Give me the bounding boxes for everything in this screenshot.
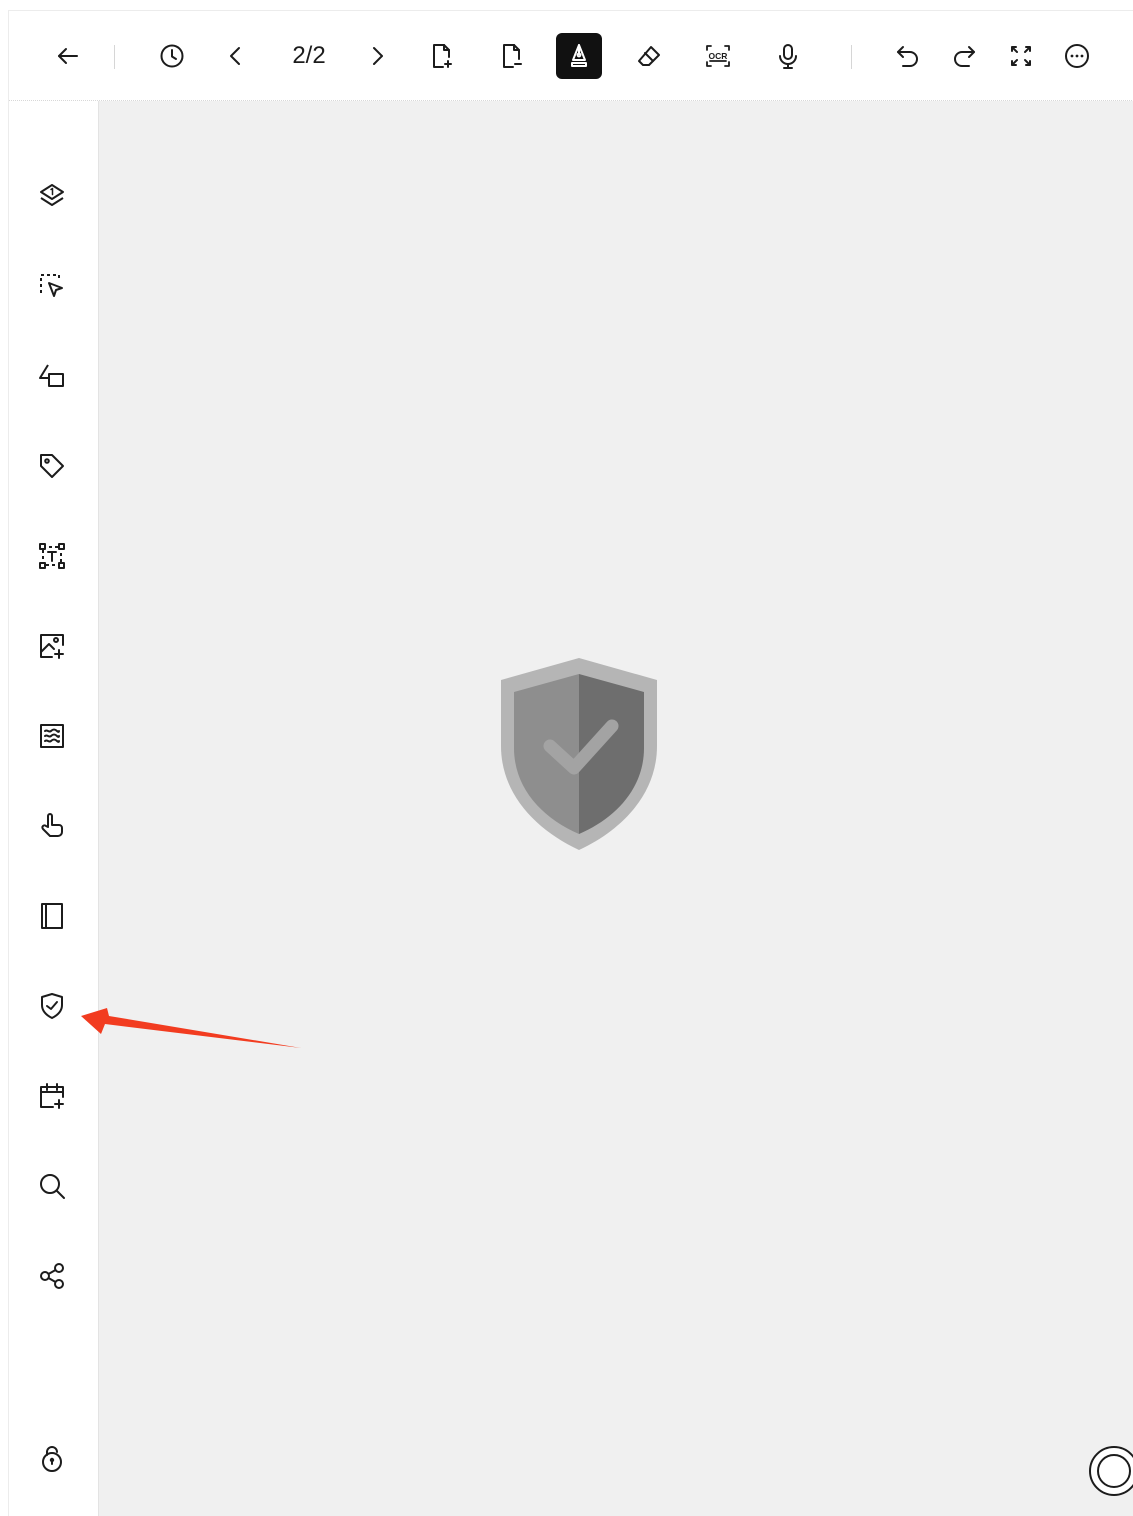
page-remove-icon bbox=[497, 42, 525, 70]
toolbar-divider bbox=[851, 45, 852, 69]
pen-nib-icon bbox=[565, 42, 593, 70]
top-toolbar: 2/2 OCR bbox=[9, 11, 1133, 101]
text-box-icon bbox=[37, 541, 67, 571]
calendar-add-icon bbox=[37, 1081, 67, 1111]
sidebar-item-insert-image[interactable] bbox=[31, 625, 73, 667]
sidebar-item-lock[interactable] bbox=[31, 1437, 73, 1479]
redo-button[interactable] bbox=[941, 33, 987, 79]
previous-page-button[interactable] bbox=[213, 33, 259, 79]
fullscreen-button[interactable] bbox=[998, 33, 1044, 79]
add-page-button[interactable] bbox=[418, 33, 464, 79]
sidebar-item-text-box[interactable] bbox=[31, 535, 73, 577]
back-button[interactable] bbox=[45, 33, 91, 79]
next-page-button[interactable] bbox=[354, 33, 400, 79]
more-dots-icon bbox=[1063, 42, 1091, 70]
search-icon bbox=[37, 1171, 67, 1201]
hand-pointer-icon bbox=[37, 811, 67, 841]
history-button[interactable] bbox=[149, 33, 195, 79]
sidebar-item-layers[interactable] bbox=[31, 175, 73, 217]
undo-button[interactable] bbox=[885, 33, 931, 79]
voice-record-button[interactable] bbox=[765, 33, 811, 79]
tag-icon bbox=[37, 451, 67, 481]
ocr-icon: OCR bbox=[704, 42, 732, 70]
page-add-icon bbox=[427, 42, 455, 70]
shield-check-icon bbox=[37, 991, 67, 1021]
chevron-left-icon bbox=[222, 42, 250, 70]
sidebar-item-hand[interactable] bbox=[31, 805, 73, 847]
sidebar-item-notebook[interactable] bbox=[31, 895, 73, 937]
app-window: 2/2 OCR bbox=[8, 10, 1133, 1516]
svg-text:OCR: OCR bbox=[709, 51, 728, 61]
arrow-left-icon bbox=[54, 42, 82, 70]
notebook-icon bbox=[37, 901, 67, 931]
sidebar-item-tag[interactable] bbox=[31, 445, 73, 487]
microphone-icon bbox=[774, 42, 802, 70]
image-add-icon bbox=[37, 631, 67, 661]
pen-tool-button[interactable] bbox=[556, 33, 602, 79]
toolbar-divider bbox=[114, 45, 115, 69]
remove-page-button[interactable] bbox=[488, 33, 534, 79]
lock-icon bbox=[37, 1443, 67, 1473]
chevron-right-icon bbox=[363, 42, 391, 70]
template-icon bbox=[37, 721, 67, 751]
ocr-tool-button[interactable]: OCR bbox=[695, 33, 741, 79]
sidebar-item-shapes[interactable] bbox=[31, 355, 73, 397]
lasso-select-icon bbox=[37, 271, 67, 301]
share-icon bbox=[37, 1261, 67, 1291]
sidebar-item-search[interactable] bbox=[31, 1165, 73, 1207]
layers-icon bbox=[37, 181, 67, 211]
expand-icon bbox=[1007, 42, 1035, 70]
shapes-icon bbox=[37, 361, 67, 391]
note-canvas[interactable] bbox=[99, 101, 1133, 1516]
more-button[interactable] bbox=[1054, 33, 1100, 79]
redo-icon bbox=[950, 42, 978, 70]
page-indicator: 2/2 bbox=[292, 42, 326, 69]
shield-check-illustration bbox=[494, 654, 664, 854]
clock-icon bbox=[158, 42, 186, 70]
eraser-tool-button[interactable] bbox=[626, 33, 672, 79]
floating-action-button[interactable] bbox=[1089, 1446, 1133, 1496]
circle-icon bbox=[1097, 1454, 1131, 1488]
sidebar-item-lasso-select[interactable] bbox=[31, 265, 73, 307]
eraser-icon bbox=[635, 42, 663, 70]
left-sidebar bbox=[9, 101, 99, 1516]
undo-icon bbox=[894, 42, 922, 70]
sidebar-item-share[interactable] bbox=[31, 1255, 73, 1297]
sidebar-item-add-to-calendar[interactable] bbox=[31, 1075, 73, 1117]
sidebar-item-shield-check[interactable] bbox=[31, 985, 73, 1027]
sidebar-item-template[interactable] bbox=[31, 715, 73, 757]
